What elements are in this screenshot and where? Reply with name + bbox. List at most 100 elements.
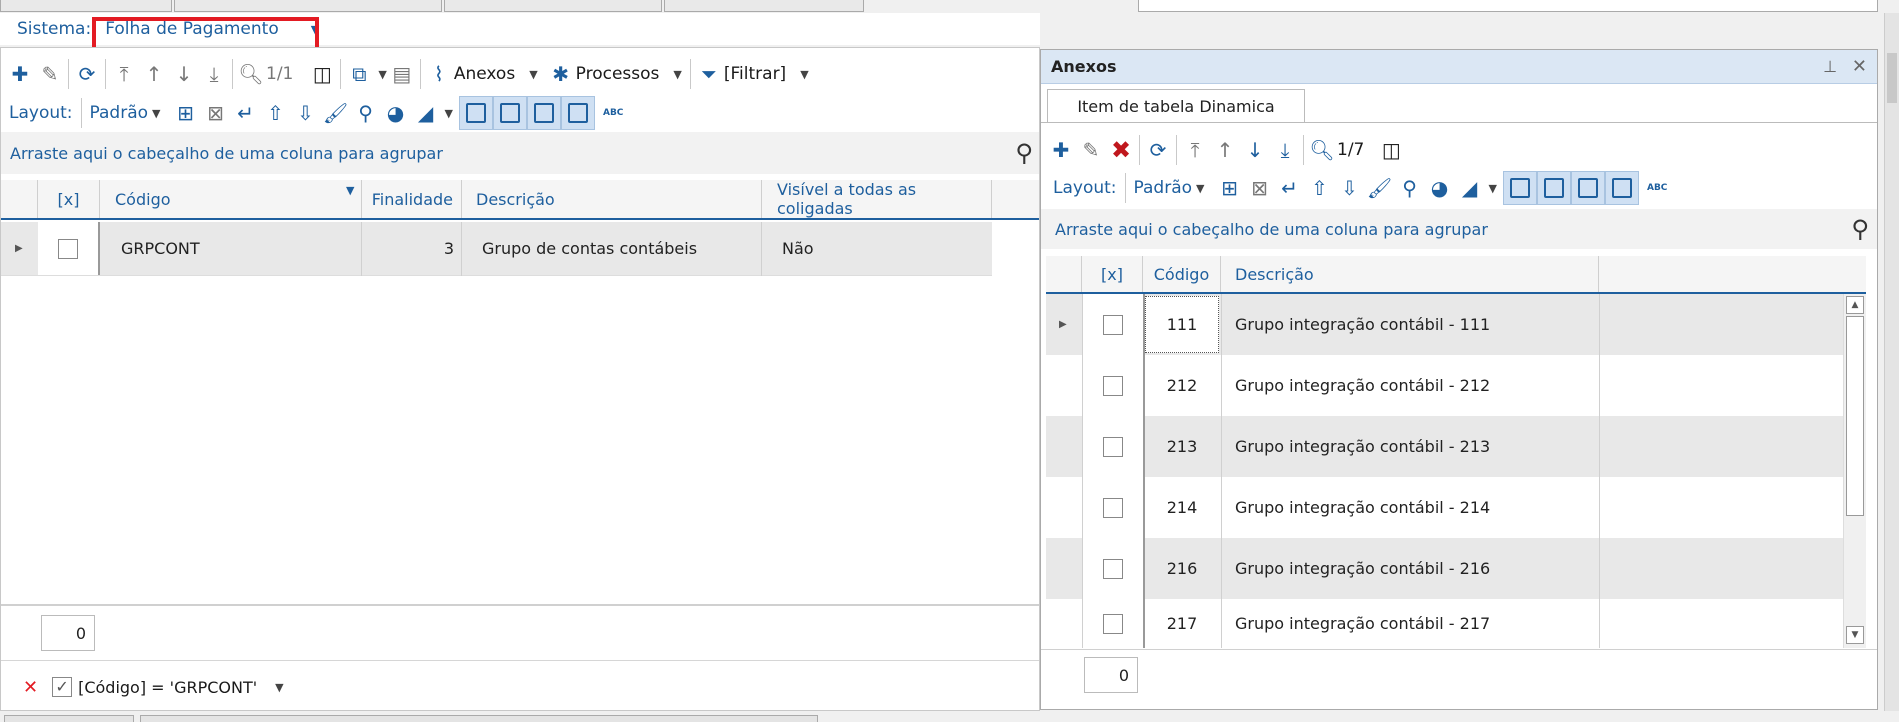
filter-checkbox[interactable]: ✓ <box>52 677 73 697</box>
add-row-icon[interactable]: ⊞ <box>171 98 201 128</box>
anexos-button[interactable]: Anexos <box>454 64 515 84</box>
group-area[interactable]: Arraste aqui o cabeçalho de uma coluna p… <box>1 132 1039 174</box>
search-icon[interactable]: ⚲ <box>1851 215 1869 243</box>
add-row-icon[interactable]: ⊞ <box>1215 173 1245 203</box>
first-icon[interactable]: ⤒ <box>109 59 139 89</box>
col-header-descricao[interactable]: Descrição <box>1221 256 1599 292</box>
top-tab[interactable] <box>664 0 864 12</box>
search-icon[interactable]: 🔍︎ <box>1307 135 1337 165</box>
columns-icon[interactable]: ◫ <box>1376 135 1406 165</box>
chart-icon[interactable]: ◢ <box>411 98 441 128</box>
row-checkbox[interactable] <box>1102 314 1123 335</box>
paint-icon[interactable]: 🖌︎ <box>321 98 351 128</box>
color-icon[interactable]: ◕ <box>381 98 411 128</box>
row-checkbox[interactable] <box>1102 558 1123 579</box>
filter-icon[interactable]: ▼ <box>346 184 354 197</box>
filtrar-button[interactable]: [Filtrar] <box>724 64 786 84</box>
spellcheck-icon[interactable]: ABC <box>1647 183 1667 193</box>
pin-icon[interactable]: ⊥ <box>1823 57 1837 76</box>
col-header-finalidade[interactable]: Finalidade <box>362 180 462 218</box>
processos-button[interactable]: Processos <box>576 64 660 84</box>
top-tab[interactable] <box>174 0 442 12</box>
col-header-select[interactable]: [x] <box>38 180 100 218</box>
col-header-codigo[interactable]: Código <box>100 180 362 218</box>
color-icon[interactable]: ◕ <box>1425 173 1455 203</box>
table-row[interactable]: 212 Grupo integração contábil - 212 <box>1046 355 1843 416</box>
vertical-scrollbar[interactable]: ▲ ▼ <box>1843 294 1866 648</box>
report-icon[interactable]: ▤ <box>387 59 417 89</box>
scroll-up-icon[interactable]: ▲ <box>1846 296 1864 314</box>
paint-icon[interactable]: 🖌︎ <box>1365 173 1395 203</box>
layout-select[interactable]: Padrão <box>90 103 149 123</box>
anexos-group-area[interactable]: Arraste aqui o cabeçalho de uma coluna p… <box>1041 209 1877 249</box>
previous-icon[interactable]: ↑ <box>1210 135 1240 165</box>
scrollbar-thumb[interactable] <box>1887 53 1897 103</box>
chart-icon[interactable]: ◢ <box>1455 173 1485 203</box>
move-up-icon[interactable]: ⇧ <box>1305 173 1335 203</box>
edit-icon[interactable]: ✎ <box>35 59 65 89</box>
move-down-icon[interactable]: ⇩ <box>291 98 321 128</box>
previous-icon[interactable]: ↑ <box>139 59 169 89</box>
col-header-visivel[interactable]: Visível a todas as coligadas <box>762 180 992 218</box>
columns-icon[interactable]: ◫ <box>307 59 337 89</box>
export-icon[interactable]: ⧉ <box>344 59 374 89</box>
search-icon[interactable]: ⚲ <box>1015 139 1033 167</box>
close-icon[interactable]: ✕ <box>1852 56 1867 77</box>
top-tab[interactable] <box>1138 0 1878 12</box>
filter-icon[interactable]: ⏷ <box>694 59 724 89</box>
layout-style-4[interactable] <box>560 96 595 130</box>
last-icon[interactable]: ⤓ <box>199 59 229 89</box>
col-header-select[interactable]: [x] <box>1082 256 1143 292</box>
layout-style-3[interactable] <box>1570 171 1605 205</box>
row-checkbox[interactable] <box>1102 436 1123 457</box>
add-icon[interactable]: ✚ <box>5 59 35 89</box>
row-checkbox[interactable] <box>1102 497 1123 518</box>
col-header-codigo[interactable]: Código <box>1143 256 1221 292</box>
enter-icon[interactable]: ↵ <box>1275 173 1305 203</box>
table-row[interactable]: ▶ GRPCONT 3 Grupo de contas contábeis Nã… <box>1 222 992 276</box>
layout-style-1[interactable] <box>1502 171 1537 205</box>
bottom-tab[interactable] <box>140 715 818 722</box>
layout-style-1[interactable] <box>458 96 493 130</box>
pin-icon[interactable]: ⚲ <box>351 98 381 128</box>
last-icon[interactable]: ⤓ <box>1270 135 1300 165</box>
next-icon[interactable]: ↓ <box>1240 135 1270 165</box>
top-tab[interactable] <box>444 0 662 12</box>
window-scrollbar[interactable] <box>1884 13 1899 711</box>
bottom-tab[interactable] <box>4 715 134 722</box>
row-checkbox[interactable] <box>1102 375 1123 396</box>
refresh-icon[interactable]: ⟳ <box>72 59 102 89</box>
move-down-icon[interactable]: ⇩ <box>1335 173 1365 203</box>
layout-style-2[interactable] <box>1536 171 1571 205</box>
refresh-icon[interactable]: ⟳ <box>1143 135 1173 165</box>
row-checkbox[interactable] <box>1102 613 1123 634</box>
scrollbar-thumb[interactable] <box>1846 316 1864 516</box>
add-icon[interactable]: ✚ <box>1046 135 1076 165</box>
row-checkbox[interactable] <box>58 238 78 259</box>
delete-row-icon[interactable]: ⊠ <box>201 98 231 128</box>
scroll-down-icon[interactable]: ▼ <box>1846 626 1864 644</box>
table-row[interactable]: 213 Grupo integração contábil - 213 <box>1046 416 1843 477</box>
next-icon[interactable]: ↓ <box>169 59 199 89</box>
spellcheck-icon[interactable]: ABC <box>603 108 623 118</box>
table-row[interactable]: 214 Grupo integração contábil - 214 <box>1046 477 1843 538</box>
table-row[interactable]: 216 Grupo integração contábil - 216 <box>1046 538 1843 599</box>
chevron-down-icon[interactable]: ▼ <box>275 681 283 694</box>
edit-icon[interactable]: ✎ <box>1076 135 1106 165</box>
table-row[interactable]: ▶ 111 Grupo integração contábil - 111 <box>1046 294 1843 355</box>
filter-text[interactable]: [Código] = 'GRPCONT' <box>78 678 257 697</box>
layout-select[interactable]: Padrão <box>1134 178 1193 198</box>
layout-style-4[interactable] <box>1604 171 1639 205</box>
close-icon[interactable]: ✕ <box>23 677 38 698</box>
layout-style-2[interactable] <box>492 96 527 130</box>
pin-icon[interactable]: ⚲ <box>1395 173 1425 203</box>
search-icon[interactable]: 🔍︎ <box>236 59 266 89</box>
top-tab[interactable] <box>0 0 172 12</box>
enter-icon[interactable]: ↵ <box>231 98 261 128</box>
delete-icon[interactable]: ✖ <box>1106 135 1136 165</box>
delete-row-icon[interactable]: ⊠ <box>1245 173 1275 203</box>
tab-item-tabela[interactable]: Item de tabela Dinamica <box>1047 89 1305 123</box>
first-icon[interactable]: ⤒ <box>1180 135 1210 165</box>
table-row[interactable]: 217 Grupo integração contábil - 217 <box>1046 599 1843 648</box>
col-header-descricao[interactable]: Descrição <box>462 180 762 218</box>
